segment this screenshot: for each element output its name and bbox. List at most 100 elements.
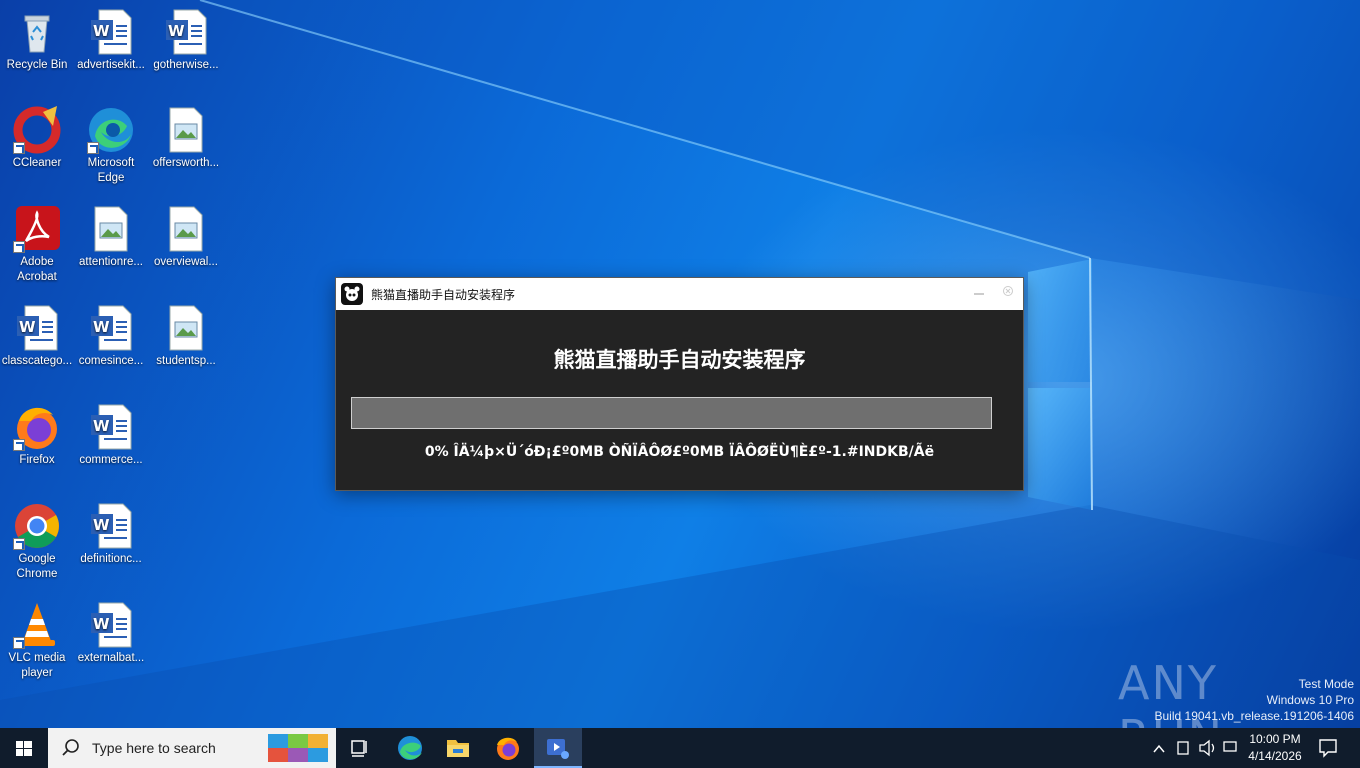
desktop-icon-label: attentionre... — [79, 256, 143, 268]
desktop-icon-microsoft-edge[interactable]: Microsoft Edge — [74, 106, 148, 186]
firefox-icon — [497, 737, 519, 760]
taskbar-file-explorer-button[interactable] — [434, 728, 482, 768]
desktop-icon-overviewal[interactable]: overviewal... — [149, 205, 223, 270]
window-titlebar[interactable]: 熊猫直播助手自动安装程序 — [336, 278, 1023, 310]
word-document-icon: W — [87, 304, 135, 352]
minimize-icon — [974, 293, 984, 295]
desktop-icon-label: Google Chrome — [16, 553, 58, 580]
desktop-icon-label: comesince... — [78, 355, 144, 367]
shortcut-arrow-icon — [13, 142, 25, 154]
taskbar-firefox-button[interactable] — [484, 728, 532, 768]
search-highlight-puzzle-icon — [268, 734, 328, 762]
desktop-icon-studentsp[interactable]: studentsp... — [149, 304, 223, 369]
desktop-icon-classcatego[interactable]: W classcatego... — [0, 304, 74, 369]
svg-text:W: W — [168, 22, 185, 40]
desktop-icon-label: Recycle Bin — [6, 59, 68, 71]
recycle-bin-icon — [13, 8, 61, 56]
desktop-icon-comesince[interactable]: W comesince... — [74, 304, 148, 369]
desktop-icon-externalbat[interactable]: W externalbat... — [74, 601, 148, 666]
word-document-icon: W — [87, 403, 135, 451]
search-icon — [62, 739, 79, 756]
shortcut-arrow-icon — [13, 439, 25, 451]
taskbar-clock[interactable]: 10:00 PM 4/14/2026 — [1240, 731, 1310, 765]
desktop-icon-gotherwise[interactable]: W gotherwise... — [149, 8, 223, 73]
network-icon — [1223, 741, 1237, 752]
watermark-line: Windows 10 Pro — [1266, 693, 1354, 707]
shortcut-arrow-icon — [13, 637, 25, 649]
vlc-cone-icon — [13, 601, 61, 649]
shortcut-arrow-icon — [13, 241, 25, 253]
svg-text:W: W — [93, 417, 110, 435]
desktop-icon-label: overviewal... — [154, 256, 218, 268]
clock-date: 4/14/2026 — [1248, 749, 1302, 763]
shortcut-arrow-icon — [13, 538, 25, 550]
desktop-icon-adobe-acrobat[interactable]: Adobe Acrobat — [0, 205, 74, 285]
desktop-icon-label: advertisekit... — [77, 59, 145, 71]
image-file-icon — [162, 205, 210, 253]
desktop-icon-label: Microsoft Edge — [87, 157, 135, 184]
installer-window: 熊猫直播助手自动安装程序 熊猫直播助手自动安装程序 0% ÎÄ¼þ×Ü´óÐ¡£… — [335, 277, 1024, 491]
window-title: 熊猫直播助手自动安装程序 — [371, 287, 516, 302]
svg-text:W: W — [93, 516, 110, 534]
chevron-up-icon — [1153, 744, 1165, 753]
svg-text:W: W — [93, 318, 110, 336]
installer-heading: 熊猫直播助手自动安装程序 — [553, 348, 806, 372]
ccleaner-icon — [13, 106, 61, 154]
action-center-button[interactable] — [1306, 728, 1350, 768]
desktop-icon-offersworth[interactable]: offersworth... — [149, 106, 223, 171]
desktop-icon-commerce[interactable]: W commerce... — [74, 403, 148, 468]
minimize-button[interactable] — [969, 284, 989, 302]
desktop-icon-label: offersworth... — [152, 157, 220, 169]
close-button[interactable] — [998, 284, 1018, 302]
test-mode-watermark: Test Mode Windows 10 Pro Build 19041.vb_… — [1155, 676, 1355, 724]
desktop-icon-attentionre[interactable]: attentionre... — [74, 205, 148, 270]
task-view-button[interactable] — [336, 728, 384, 768]
svg-text:W: W — [93, 22, 110, 40]
desktop-icon-label: Firefox — [19, 454, 55, 466]
desktop-icon-advertisekit[interactable]: W advertisekit... — [74, 8, 148, 73]
desktop-icon-ccleaner[interactable]: CCleaner — [0, 106, 74, 171]
desktop-icon-label: VLC media player — [8, 652, 66, 679]
installer-app-icon — [547, 739, 569, 759]
taskbar-edge-button[interactable] — [386, 728, 434, 768]
word-document-icon: W — [87, 8, 135, 56]
word-document-icon: W — [13, 304, 61, 352]
edge-icon — [87, 106, 135, 154]
svg-text:W: W — [93, 615, 110, 633]
desktop-icon-label: studentsp... — [156, 355, 216, 367]
download-status-text: 0% ÎÄ¼þ×Ü´óÐ¡£º0MB ÒÑÏÂÔØ£º0MB ÏÂÔØËÙ¶È£… — [424, 444, 935, 460]
taskbar-search-box[interactable]: Type here to search — [48, 728, 336, 768]
desktop-icon-label: commerce... — [79, 454, 143, 466]
word-document-icon: W — [162, 8, 210, 56]
desktop-icon-label: externalbat... — [77, 652, 145, 664]
watermark-line: Build 19041.vb_release.191206-1406 — [1154, 709, 1355, 723]
desktop-icon-definitionc[interactable]: W definitionc... — [74, 502, 148, 567]
image-file-icon — [87, 205, 135, 253]
watermark-line: Test Mode — [1298, 677, 1354, 691]
desktop-icon-google-chrome[interactable]: Google Chrome — [0, 502, 74, 582]
clock-time: 10:00 PM — [1249, 732, 1301, 746]
start-button[interactable] — [0, 728, 48, 768]
notification-icon — [1319, 739, 1337, 758]
desktop-icon-firefox[interactable]: Firefox — [0, 403, 74, 468]
desktop-icon-recycle-bin[interactable]: Recycle Bin — [0, 8, 74, 73]
desktop-icon-vlc[interactable]: VLC media player — [0, 601, 74, 681]
search-placeholder: Type here to search — [92, 740, 216, 756]
word-document-icon: W — [87, 601, 135, 649]
firefox-icon — [13, 403, 61, 451]
image-file-icon — [162, 304, 210, 352]
folder-icon — [447, 740, 469, 757]
desktop-icon-label: gotherwise... — [153, 59, 219, 71]
volume-icon — [1199, 739, 1215, 757]
taskbar: Type here to search 10:00 PM 4/14/2026 — [0, 728, 1360, 768]
meet-now-icon — [1177, 741, 1189, 755]
taskbar-installer-button[interactable] — [534, 728, 582, 768]
desktop-icon-label: classcatego... — [1, 355, 73, 367]
edge-icon — [398, 736, 422, 760]
shortcut-arrow-icon — [87, 142, 99, 154]
download-progress-bar — [351, 397, 992, 429]
panda-app-icon — [341, 283, 363, 305]
desktop-icon-label: definitionc... — [80, 553, 142, 565]
svg-text:W: W — [19, 318, 36, 336]
image-file-icon — [162, 106, 210, 154]
